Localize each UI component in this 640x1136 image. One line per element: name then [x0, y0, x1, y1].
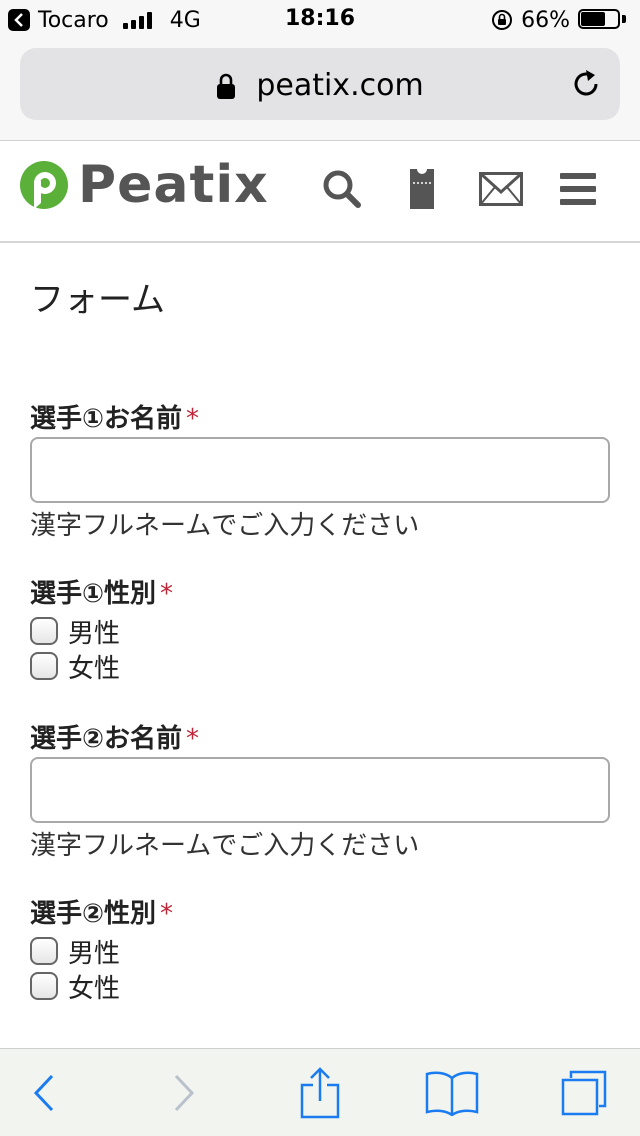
chevron-right-icon: [174, 1074, 195, 1112]
menu-icon[interactable]: [556, 167, 600, 211]
player1-gender-label: 選手①性別 *: [30, 579, 174, 609]
url-text: peatix.com: [256, 68, 424, 103]
tabs-button[interactable]: [552, 1049, 616, 1136]
player2-name-label: 選手②お名前 *: [30, 724, 200, 754]
checkbox[interactable]: [30, 652, 58, 680]
required-mark: *: [186, 724, 200, 754]
mail-icon[interactable]: [478, 167, 524, 211]
required-mark: *: [186, 404, 200, 434]
required-mark: *: [160, 899, 174, 929]
checkbox[interactable]: [30, 972, 58, 1000]
ticket-icon[interactable]: [402, 167, 442, 211]
peatix-logo[interactable]: Peatix: [18, 155, 269, 215]
peatix-logo-mark: [20, 161, 68, 209]
tabs-icon: [561, 1070, 607, 1116]
form-title: フォーム: [30, 280, 165, 320]
player2-name-hint: 漢字フルネームでご入力ください: [30, 831, 420, 861]
player2-gender-male[interactable]: 男性: [30, 935, 120, 969]
bookmarks-button[interactable]: [420, 1049, 484, 1136]
battery-icon: [578, 9, 626, 31]
player1-gender-male[interactable]: 男性: [30, 615, 120, 649]
checkbox[interactable]: [30, 937, 58, 965]
logo-text: Peatix: [78, 155, 269, 215]
checkbox[interactable]: [30, 617, 58, 645]
book-icon: [425, 1071, 479, 1116]
player1-name-label: 選手①お名前 *: [30, 404, 200, 434]
chevron-left-icon: [33, 1074, 54, 1112]
share-button[interactable]: [290, 1049, 350, 1136]
player2-name-input[interactable]: [30, 757, 610, 823]
player1-name-input[interactable]: [30, 437, 610, 503]
browser-address-area: peatix.com: [0, 40, 640, 141]
reload-icon[interactable]: [568, 66, 604, 102]
player2-gender-label: 選手②性別 *: [30, 899, 174, 929]
screen: Tocaro 4G 18:16 66% peatix.com Peatix フォ…: [0, 0, 640, 1136]
signal-strength-icon: [122, 11, 152, 29]
player1-gender-female[interactable]: 女性: [30, 650, 120, 684]
search-icon[interactable]: [318, 167, 366, 211]
network-type: 4G: [169, 7, 201, 33]
site-header: Peatix: [0, 141, 640, 243]
back-button[interactable]: [14, 1049, 74, 1136]
orientation-lock-icon: [492, 10, 513, 30]
share-icon: [300, 1067, 340, 1119]
battery-percent: 66%: [521, 7, 570, 33]
carrier-name: Tocaro: [38, 7, 109, 33]
back-to-app-icon[interactable]: [8, 9, 30, 31]
status-bar: Tocaro 4G 18:16 66%: [0, 0, 640, 40]
player1-name-hint: 漢字フルネームでご入力ください: [30, 511, 420, 541]
forward-button[interactable]: [154, 1049, 214, 1136]
required-mark: *: [160, 579, 174, 609]
browser-toolbar: [0, 1048, 640, 1136]
address-bar[interactable]: peatix.com: [20, 48, 620, 120]
player2-gender-female[interactable]: 女性: [30, 970, 120, 1004]
